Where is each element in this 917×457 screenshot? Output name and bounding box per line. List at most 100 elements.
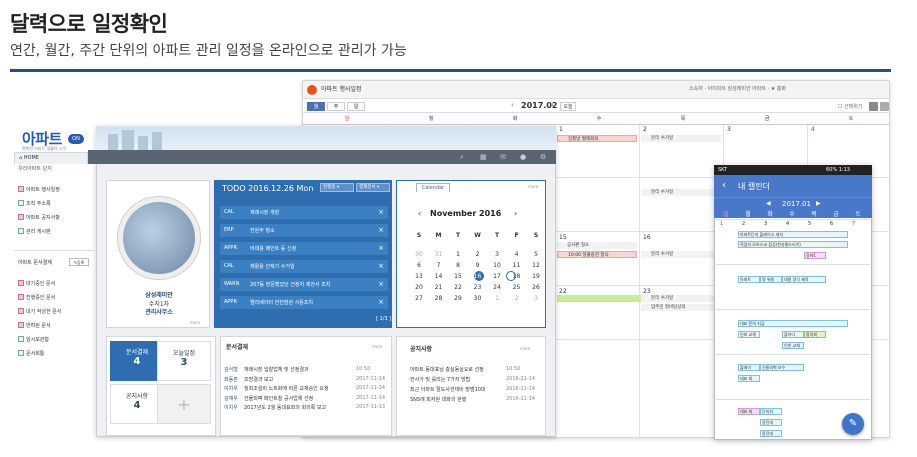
mini-day[interactable]: 25 — [511, 284, 523, 291]
user-icon[interactable]: ● — [520, 153, 526, 161]
todo-row[interactable]: ERP 전원주 청소 × — [220, 224, 388, 238]
event-item[interactable]: 분리 수거일 — [641, 189, 721, 196]
sidebar-item-notice[interactable]: 아파트 공지사항 — [26, 214, 60, 221]
edit-fab[interactable]: ✎ — [842, 413, 864, 435]
day-cell[interactable]: 15 — [559, 234, 567, 241]
mini-day[interactable]: 30 — [472, 295, 484, 302]
doc-register-button[interactable]: ✎등록 — [69, 258, 89, 266]
mini-day[interactable]: 12 — [530, 262, 542, 269]
notice-title[interactable]: 최근 아파트 절도사건대비 방범10대 — [410, 386, 506, 393]
mini-day[interactable]: 2 — [511, 295, 523, 302]
day-cell[interactable]: 22 — [559, 288, 567, 295]
mini-day[interactable]: 4 — [511, 251, 523, 258]
phone-event[interactable]: 정 위원 — [760, 276, 782, 283]
phone-event[interactable]: 단지지 — [760, 408, 782, 415]
mini-day[interactable]: 23 — [472, 284, 484, 291]
mini-day[interactable]: 30 — [413, 251, 425, 258]
mini-day[interactable]: 18 — [511, 273, 523, 280]
calendar-user-info[interactable]: 소속처 · 아이피트 삼성래미안 아파트 · ★ 홈화 — [689, 85, 786, 92]
mini-day[interactable]: 16 — [472, 273, 484, 280]
close-icon[interactable]: × — [378, 244, 384, 252]
mini-day[interactable]: 8 — [452, 262, 464, 269]
calendar-more-link[interactable]: more — [528, 184, 538, 189]
tab-week[interactable]: 주 — [327, 102, 345, 111]
event-item[interactable]: 분리 수거일 — [641, 251, 721, 258]
close-icon[interactable]: × — [378, 262, 384, 270]
todo-row[interactable]: APPR 엘리베이터 안전점검 사용조치 × — [220, 296, 388, 310]
phone-event[interactable]: 응진대 — [760, 430, 782, 437]
tab-day[interactable]: 일 — [347, 102, 365, 111]
phone-event[interactable]: 직업자 모하스코 점검(찬성물드리기) — [738, 241, 848, 248]
event-item[interactable]: 분리 수거일 — [641, 135, 721, 142]
list-view-icon[interactable] — [869, 102, 878, 111]
doc-title[interactable]: 징회조설비 노트화에 따른 교체승인 요청 — [244, 385, 356, 392]
phone-event[interactable]: 응진대 — [760, 419, 782, 426]
mini-day[interactable]: 10 — [491, 262, 503, 269]
notice-title[interactable]: SNS에 회자된 대화의 관행 — [410, 396, 506, 403]
tab-calendar[interactable]: Calendar — [416, 183, 450, 192]
event-item[interactable]: 강풍방 월례회의 — [557, 135, 637, 142]
phone-event[interactable]: 강하1 — [804, 252, 826, 259]
prev-month-icon[interactable]: ‹ — [418, 209, 421, 218]
phone-day[interactable]: 6 — [830, 221, 833, 227]
select-checkbox[interactable]: ☐ 선택위기 — [838, 103, 862, 110]
mini-day[interactable]: 14 — [433, 273, 445, 280]
phone-day[interactable]: 2 — [742, 221, 745, 227]
sidebar-item-drafts[interactable]: 임시보관함 — [26, 336, 49, 343]
mini-day[interactable]: 31 — [433, 251, 445, 258]
today-button[interactable]: 오늘 — [560, 102, 576, 111]
next-month-icon[interactable]: › — [551, 101, 554, 109]
tile-approval[interactable]: 문서결재 4 — [110, 341, 164, 381]
todo-type-select[interactable]: 결재문서 ▾ — [356, 183, 390, 192]
back-icon[interactable]: ‹ — [722, 180, 726, 191]
search-icon[interactable]: ⌕ — [460, 153, 464, 162]
mini-day[interactable]: 1 — [452, 251, 464, 258]
phone-event[interactable]: 인비 교체 — [738, 331, 760, 338]
phone-event[interactable]: 대표 회 — [738, 408, 760, 415]
next-month-icon[interactable]: › — [514, 209, 517, 218]
day-cell[interactable]: 16 — [643, 234, 651, 241]
close-icon[interactable]: × — [378, 280, 384, 288]
sidebar-item-mine[interactable]: 내가 작성한 문서 — [26, 308, 61, 315]
mini-day[interactable]: 26 — [530, 284, 542, 291]
event-item[interactable]: 공사판 청소 — [557, 242, 637, 249]
phone-day[interactable]: 5 — [808, 221, 811, 227]
mini-day[interactable]: 15 — [452, 273, 464, 280]
mini-day[interactable]: 3 — [491, 251, 503, 258]
print-icon[interactable] — [880, 102, 889, 111]
grid-icon[interactable]: ▦ — [480, 153, 487, 161]
tile-notice[interactable]: 공지사항 4 — [110, 384, 164, 424]
mini-day[interactable]: 9 — [472, 262, 484, 269]
mini-day[interactable]: 5 — [530, 251, 542, 258]
mini-day[interactable]: 13 — [413, 273, 425, 280]
close-icon[interactable]: × — [378, 298, 384, 306]
mini-day[interactable]: 20 — [413, 284, 425, 291]
phone-day[interactable]: 3 — [764, 221, 767, 227]
prev-month-icon[interactable]: ◀ — [766, 200, 771, 207]
phone-event[interactable]: 건물외벽 보수 — [760, 364, 804, 371]
todo-row[interactable]: CAL 재활용 선재기 수거일 × — [220, 260, 388, 274]
doc-title[interactable]: 건물외벽 페인트칠 공사업체 선정 — [244, 395, 356, 402]
mini-day[interactable]: 24 — [491, 284, 503, 291]
notice-title[interactable]: 아파트 동대표님 층실동실요로 선정 — [410, 366, 506, 373]
prev-month-icon[interactable]: ‹ — [511, 101, 514, 109]
mini-day[interactable]: 2 — [472, 251, 484, 258]
day-cell[interactable]: 3 — [727, 126, 731, 133]
event-bar[interactable] — [557, 295, 641, 302]
mail-icon[interactable]: ✉ — [500, 153, 506, 161]
mini-day[interactable]: 11 — [511, 262, 523, 269]
day-cell[interactable]: 23 — [643, 288, 651, 295]
tab-month[interactable]: 월 — [307, 102, 325, 111]
doc-title[interactable]: 재래시장 입찰업체 및 선정결과 — [244, 366, 356, 373]
sidebar-item-inprogress[interactable]: 진행중인 문서 — [26, 294, 55, 301]
sidebar-item-board[interactable]: 관리 게시판 — [26, 228, 51, 235]
doc-title[interactable]: 조방결과 보고 — [244, 376, 356, 383]
gear-icon[interactable]: ⚙ — [540, 153, 546, 161]
phone-event[interactable]: 합의회 — [804, 331, 826, 338]
tile-today[interactable]: 오늘일정 3 — [157, 341, 211, 381]
event-item[interactable]: 10:00 일출승진 정식 — [557, 251, 637, 258]
mini-day[interactable]: 7 — [433, 262, 445, 269]
close-icon[interactable]: × — [378, 208, 384, 216]
mini-day[interactable]: 6 — [413, 262, 425, 269]
phone-day[interactable]: 4 — [786, 221, 789, 227]
